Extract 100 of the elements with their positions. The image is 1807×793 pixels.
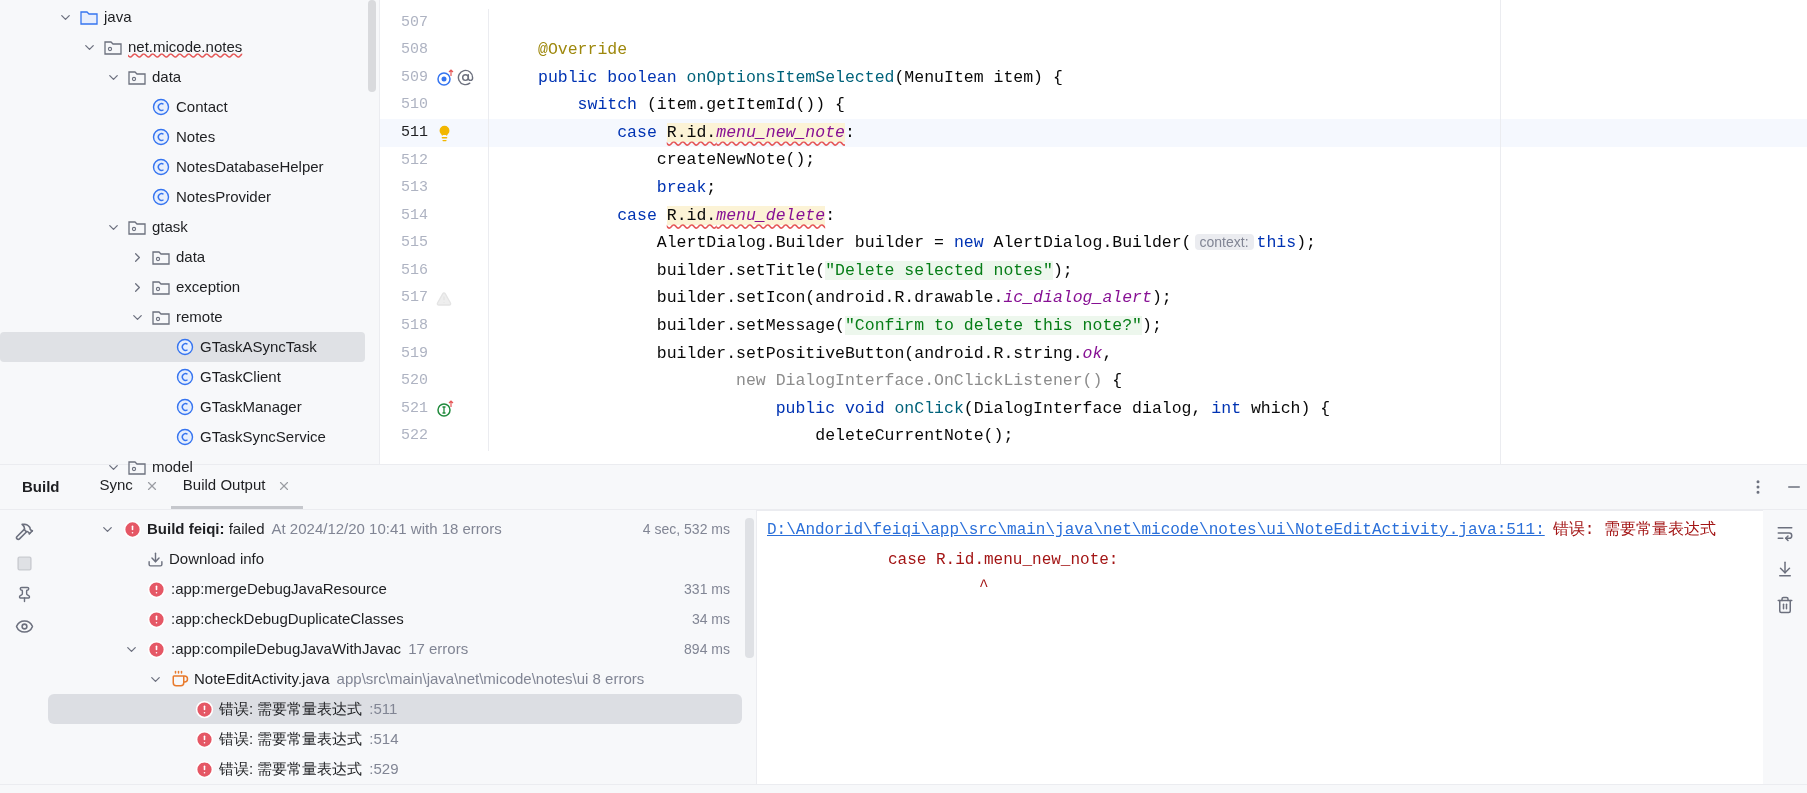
file-link[interactable]: D:\Andorid\feiqi\app\src\main\java\net\micode\notes\ui\NoteEditActivity.java:511: (767, 518, 1545, 542)
tree-item-label: GTaskASyncTask (200, 336, 317, 357)
trash-icon[interactable] (1776, 596, 1794, 614)
tree-item[interactable]: net.micode.notes (0, 32, 365, 62)
build-item-text: :app:mergeDebugJavaResource (171, 578, 387, 599)
tree-item[interactable]: data (0, 242, 365, 272)
line-number: 516 (400, 260, 428, 281)
class-icon (152, 158, 170, 176)
build-item-detail: :511 (369, 698, 398, 719)
line-number: 511 (400, 122, 428, 143)
package-icon (152, 279, 170, 295)
code-line: break; (655, 177, 717, 199)
build-item-text: Build feiqi: failed (147, 518, 265, 539)
build-item-detail: 17 errors (408, 638, 469, 659)
package-icon (128, 459, 146, 475)
line-number: 508 (400, 40, 428, 61)
build-item-detail: :529 (369, 758, 399, 779)
class-icon (176, 428, 194, 446)
implements-icon[interactable] (436, 400, 454, 419)
package-icon (152, 309, 170, 325)
error-icon (147, 579, 166, 599)
folder-icon (80, 9, 98, 25)
tree-item[interactable]: GTaskSyncService (0, 422, 365, 452)
tree-item[interactable]: java (0, 2, 365, 32)
line-number: 513 (400, 178, 428, 199)
class-icon (152, 128, 170, 146)
line-number: 512 (400, 150, 428, 171)
tree-item[interactable]: Notes (0, 122, 365, 152)
tree-item[interactable]: Contact (0, 92, 365, 122)
line-number: 519 (400, 343, 428, 364)
line-number: 517 (400, 288, 428, 309)
error-caret: ^ (979, 577, 989, 598)
build-item-detail: At 2024/12/20 10:41 with 18 errors (271, 518, 502, 539)
overrides-icon[interactable] (436, 69, 454, 87)
build-item-text: :app:compileDebugJavaWithJavac (171, 638, 402, 659)
scrollbar-thumb[interactable] (745, 518, 754, 658)
code-line: deleteCurrentNote(); (814, 425, 1014, 448)
error-icon (195, 699, 214, 719)
code-line: builder.setPositiveButton(android.R.string.ok, (655, 342, 1113, 365)
code-line: public boolean onOptionsItemSelected(MenuItem item) { (538, 66, 1063, 89)
tree-item[interactable]: exception (0, 272, 365, 302)
code-line: @Override (538, 39, 628, 61)
build-item-detail: :514 (369, 728, 399, 749)
tree-item[interactable]: GTaskManager (0, 392, 365, 422)
error-icon (195, 729, 214, 749)
tree-item[interactable]: data (0, 62, 365, 92)
tree-item-label: java (104, 6, 132, 27)
line-number: 515 (400, 233, 428, 254)
code-line: AlertDialog.Builder builder = new AlertDialog.Builder( context: this); (655, 232, 1316, 255)
error-icon (123, 519, 142, 539)
duration: 331 ms (684, 579, 730, 599)
wrap-icon[interactable] (1776, 524, 1794, 542)
build-item-text: 错误: 需要常量表达式 (219, 698, 363, 719)
tree-item-label: GTaskSyncService (200, 426, 326, 447)
line-number: 521 (400, 398, 428, 419)
tree-item[interactable]: gtask (0, 212, 365, 242)
code-line: builder.setIcon(android.R.drawable.ic_dialog_alert); (655, 287, 1172, 310)
class-icon (152, 188, 170, 206)
line-number: 520 (400, 371, 428, 392)
tree-item-label: net.micode.notes (128, 36, 243, 57)
tree-item-label: data (152, 66, 182, 87)
tree-item-label: NotesDatabaseHelper (176, 156, 324, 177)
tree-item-label: Notes (176, 126, 216, 147)
tree-item-label: data (176, 246, 206, 267)
build-item-text: :app:checkDebugDuplicateClasses (171, 608, 404, 629)
tree-item-label: NotesProvider (176, 186, 272, 207)
at-sign-icon[interactable] (457, 69, 474, 87)
class-icon (176, 368, 194, 386)
panel-title: Build (22, 476, 60, 497)
scrollbar-thumb[interactable] (368, 0, 376, 92)
tree-item-label: exception (176, 276, 241, 297)
scroll-to-end-icon[interactable] (1776, 560, 1794, 578)
package-icon (128, 219, 146, 235)
tree-item-label: GTaskManager (200, 396, 302, 417)
build-item-text: 错误: 需要常量表达式 (219, 728, 363, 749)
code-line: case R.id.menu_delete: (616, 204, 836, 227)
tree-item[interactable]: GTaskClient (0, 362, 365, 392)
error-icon (147, 639, 166, 659)
warning-icon (436, 290, 452, 307)
hammer-icon[interactable] (14, 522, 34, 541)
error-icon (147, 609, 166, 629)
tree-item[interactable]: NotesProvider (0, 182, 365, 212)
line-number: 514 (400, 205, 428, 226)
eye-icon[interactable] (14, 617, 34, 636)
build-item-detail: app\src\main\java\net\micode\notes\ui 8 errors (336, 668, 645, 689)
tree-item-label: Contact (176, 96, 228, 117)
error-icon (195, 759, 214, 779)
build-tree-row[interactable]: 错误: 需要常量表达式 :511 (48, 694, 742, 724)
line-number: 518 (400, 316, 428, 337)
tree-item[interactable]: remote (0, 302, 365, 332)
line-number: 522 (400, 426, 428, 447)
line-number: 507 (400, 12, 428, 33)
tree-item[interactable]: GTaskASyncTask (0, 332, 365, 362)
java-file-icon (171, 670, 189, 688)
package-icon (104, 39, 122, 55)
parameter-hint: context: (1194, 234, 1254, 251)
package-icon (152, 249, 170, 265)
tree-item[interactable]: NotesDatabaseHelper (0, 152, 365, 182)
code-line: builder.setTitle("Delete selected notes"); (655, 259, 1073, 282)
code-line: switch (item.getItemId()) { (576, 94, 845, 117)
